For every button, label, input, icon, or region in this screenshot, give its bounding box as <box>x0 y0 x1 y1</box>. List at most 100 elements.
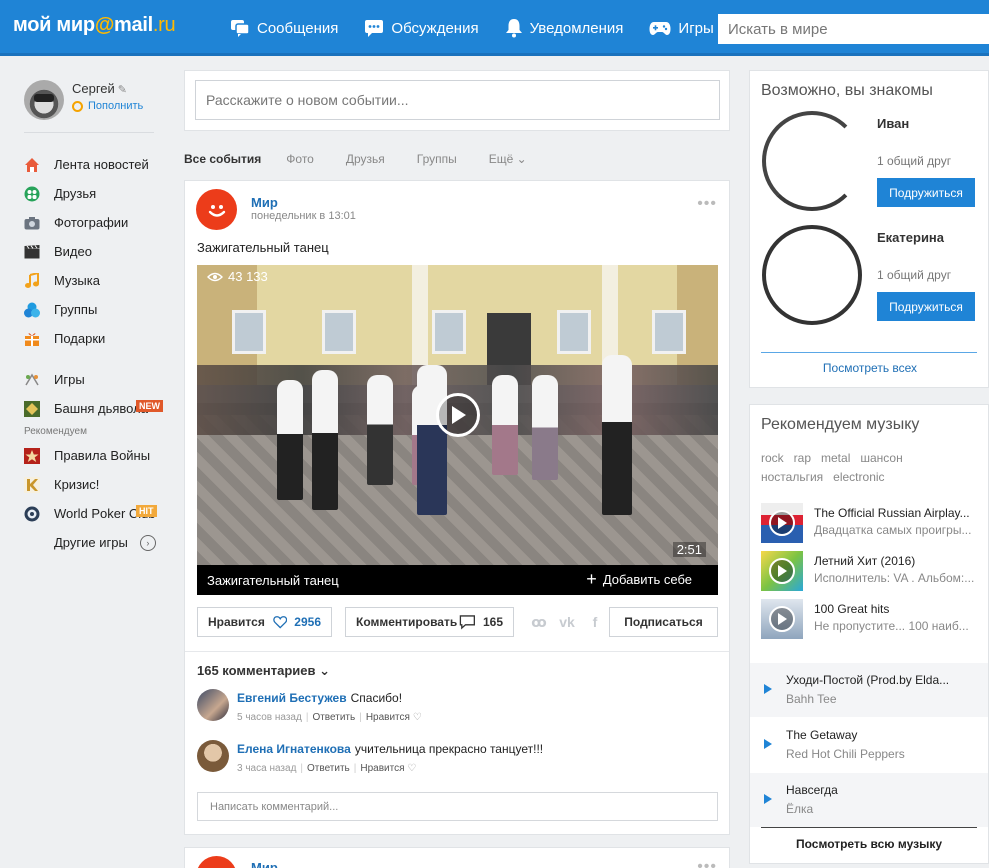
nav-games[interactable]: Игры <box>649 20 714 37</box>
small-heart-icon[interactable]: ♡ <box>410 712 422 723</box>
filter-more[interactable]: Ещё ⌄ <box>489 152 527 166</box>
track-item[interactable]: Уходи-Постой (Prod.by Elda... Bahh Tee <box>750 663 988 717</box>
logo[interactable]: мой мир@mail.ru <box>13 14 176 37</box>
play-icon[interactable] <box>764 739 772 749</box>
pencil-icon[interactable]: ✎ <box>118 84 127 96</box>
post-avatar[interactable] <box>196 856 237 868</box>
search-input[interactable] <box>718 14 989 44</box>
nav-notifications[interactable]: Уведомления <box>505 18 623 38</box>
more-options-icon[interactable]: ••• <box>697 195 717 213</box>
filter-friends[interactable]: Друзья <box>346 152 385 166</box>
mutual-friends[interactable]: 1 общий друг <box>877 268 951 282</box>
topup-link[interactable]: Пополнить <box>72 100 143 112</box>
new-event-input[interactable] <box>195 80 720 120</box>
play-icon[interactable] <box>769 606 795 632</box>
see-all-friends-link[interactable]: Посмотреть всех <box>750 361 989 375</box>
track-artist[interactable]: Ёлка <box>786 802 813 816</box>
genre-tag[interactable]: ностальгия <box>761 470 823 484</box>
facebook-icon[interactable]: f <box>585 613 605 631</box>
friend-name[interactable]: Екатерина <box>877 230 944 245</box>
track-item[interactable]: Навсегда Ёлка <box>750 773 988 827</box>
filter-groups[interactable]: Группы <box>417 152 457 166</box>
nav-discussions[interactable]: Обсуждения <box>364 19 479 37</box>
track-artist[interactable]: Bahh Tee <box>786 692 837 706</box>
video-title[interactable]: Зажигательный танец <box>207 573 339 588</box>
comment-author[interactable]: Елена Игнатенкова учительница прекрасно т… <box>237 742 543 756</box>
play-icon[interactable] <box>436 393 480 437</box>
post-avatar[interactable] <box>196 189 237 230</box>
friend-avatar[interactable] <box>762 111 862 211</box>
comment-avatar[interactable] <box>197 740 229 772</box>
add-friend-button[interactable]: Подружиться <box>877 178 975 207</box>
genre-tags: rock rap metal шансон ностальгия electronic <box>761 449 981 487</box>
avatar[interactable] <box>24 80 64 120</box>
friend-avatar[interactable] <box>762 225 862 325</box>
comment-label: Комментировать <box>356 615 458 629</box>
nav-messages[interactable]: Сообщения <box>230 19 338 37</box>
subscribe-button[interactable]: Подписаться <box>609 607 718 637</box>
play-icon[interactable] <box>769 510 795 536</box>
post-author[interactable]: Мир <box>251 860 278 868</box>
game-item-tower[interactable]: Башня дьявола NEW <box>24 394 170 423</box>
profile-name[interactable]: Сергей ✎ <box>72 81 127 96</box>
friend-name[interactable]: Иван <box>877 116 909 131</box>
mutual-friends[interactable]: 1 общий друг <box>877 154 951 168</box>
comment-input[interactable] <box>197 792 718 821</box>
see-all-music-link[interactable]: Посмотреть всю музыку <box>750 837 988 851</box>
comment-text: учительница прекрасно танцует!!! <box>354 742 544 756</box>
sidebar-item-games[interactable]: Игры <box>24 365 170 394</box>
track-artist[interactable]: Red Hot Chili Peppers <box>786 747 905 761</box>
comment-like-link[interactable]: Нравится <box>366 712 410 723</box>
add-friend-button[interactable]: Подружиться <box>877 292 975 321</box>
odnoklassniki-icon[interactable]: ꝏ <box>529 613 549 631</box>
topup-label: Пополнить <box>88 100 144 112</box>
comment-like-link[interactable]: Нравится <box>360 763 404 774</box>
sidebar-item-music[interactable]: Музыка <box>24 266 170 295</box>
genre-tag[interactable]: rap <box>794 451 811 465</box>
album-item[interactable]: Летний Хит (2016) Исполнитель: VA . Альб… <box>761 551 989 591</box>
sidebar-item-gifts[interactable]: Подарки <box>24 324 170 353</box>
game-label: Кризис! <box>54 477 100 492</box>
more-options-icon[interactable]: ••• <box>697 858 717 868</box>
comment-avatar[interactable] <box>197 689 229 721</box>
vk-icon[interactable]: vk <box>557 613 577 631</box>
comment-button[interactable]: Комментировать 165 <box>345 607 514 637</box>
genre-tag[interactable]: rock <box>761 451 784 465</box>
filter-photo[interactable]: Фото <box>286 152 314 166</box>
add-to-mine-button[interactable]: + Добавить себе <box>586 570 692 588</box>
filter-all[interactable]: Все события <box>184 152 261 166</box>
game-item-crisis[interactable]: Кризис! <box>24 470 170 499</box>
reply-link[interactable]: Ответить <box>312 712 355 723</box>
sidebar-item-friends[interactable]: Друзья <box>24 179 170 208</box>
like-button[interactable]: Нравится 2956 <box>197 607 332 637</box>
play-icon[interactable] <box>764 684 772 694</box>
video-dancer <box>277 380 303 500</box>
game-item-poker[interactable]: World Poker Club HIT <box>24 499 170 528</box>
album-item[interactable]: 100 Great hits Не пропустите... 100 наиб… <box>761 599 989 639</box>
sidebar-item-video[interactable]: Видео <box>24 237 170 266</box>
friends-divider <box>761 352 977 353</box>
comment-author[interactable]: Евгений Бестужев Спасибо! <box>237 691 402 705</box>
comment-meta: 3 часа назад | Ответить | Нравится ♡ <box>237 763 416 774</box>
track-item[interactable]: The Getaway Red Hot Chili Peppers <box>750 718 988 772</box>
sidebar-item-groups[interactable]: Группы <box>24 295 170 324</box>
comment-item: Евгений Бестужев Спасибо! 5 часов назад | О… <box>197 689 717 729</box>
genre-tag[interactable]: electronic <box>833 470 884 484</box>
reply-link[interactable]: Ответить <box>307 763 350 774</box>
game-item-rules-of-war[interactable]: Правила Войны <box>24 441 170 470</box>
sidebar-item-photos[interactable]: Фотографии <box>24 208 170 237</box>
more-games-link[interactable]: Другие игры › <box>24 528 170 557</box>
post-author[interactable]: Мир <box>251 195 278 210</box>
game-star-icon <box>24 447 40 464</box>
genre-tag[interactable]: шансон <box>860 451 902 465</box>
small-heart-icon[interactable]: ♡ <box>405 763 416 774</box>
play-icon[interactable] <box>769 558 795 584</box>
album-item[interactable]: The Official Russian Airplay... Двадцатк… <box>761 503 989 543</box>
comments-header[interactable]: 165 комментариев ⌄ <box>197 663 330 679</box>
sidebar-item-news[interactable]: Лента новостей <box>24 150 170 179</box>
games-icon <box>24 372 40 388</box>
new-badge: NEW <box>136 400 163 412</box>
genre-tag[interactable]: metal <box>821 451 850 465</box>
play-icon[interactable] <box>764 794 772 804</box>
video-player[interactable]: 43 133 2:51 Зажигательный танец + Добавит… <box>197 265 718 595</box>
